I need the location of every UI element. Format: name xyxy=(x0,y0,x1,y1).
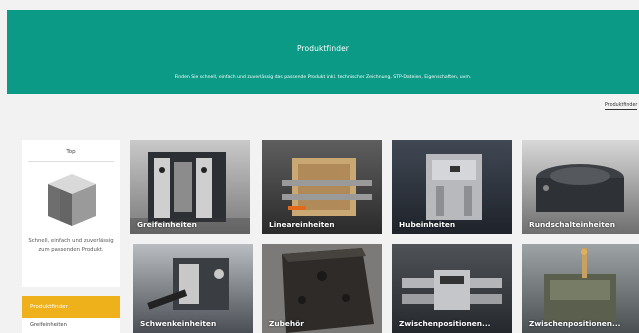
product-tile-lineareinheiten[interactable]: Lineareinheiten xyxy=(262,140,382,234)
top-card-text: Schnell, einfach und zuverlässig zum pas… xyxy=(28,238,114,253)
divider xyxy=(28,161,114,162)
tile-label: Zubehör xyxy=(269,319,304,328)
tile-label: Greifeinheiten xyxy=(137,220,197,229)
category-nav-item-greifeinheiten[interactable]: Greifeinheiten xyxy=(22,318,120,332)
product-tile-schwenkeinheiten[interactable]: Schwenkeinheiten xyxy=(133,244,253,333)
breadcrumb-produktfinder[interactable]: Produktfinder xyxy=(605,103,638,110)
product-tile-hubeinheiten[interactable]: Hubeinheiten xyxy=(392,140,512,234)
cube-image xyxy=(48,174,96,226)
page-subtitle: Finden Sie schnell, einfach und zuverläs… xyxy=(174,75,472,80)
category-nav: Produktfinder Greifeinheiten xyxy=(22,296,120,333)
tile-label: Zwischenpositionen... xyxy=(529,319,621,328)
tile-label: Schwenkeinheiten xyxy=(140,319,217,328)
top-card[interactable]: Top Schnell, einfach und zuverlässig zum… xyxy=(22,140,120,287)
tile-label: Hubeinheiten xyxy=(399,220,456,229)
tile-label: Zwischenpositionen... xyxy=(399,319,491,328)
page-title: Produktfinder xyxy=(297,44,349,53)
product-tile-greifeinheiten[interactable]: Greifeinheiten xyxy=(130,140,250,234)
product-tile-zwischenpositionen-2[interactable]: Zwischenpositionen... xyxy=(522,244,639,333)
product-tile-rundschalteinheiten[interactable]: Rundschalteinheiten xyxy=(522,140,639,234)
hero-banner: Produktfinder Finden Sie schnell, einfac… xyxy=(7,10,639,94)
tile-label: Lineareinheiten xyxy=(269,220,335,229)
product-tile-zubehoer[interactable]: Zubehör xyxy=(262,244,382,333)
top-card-title: Top xyxy=(66,149,76,155)
tile-label: Rundschalteinheiten xyxy=(529,220,616,229)
category-nav-header[interactable]: Produktfinder xyxy=(22,296,120,318)
product-tile-zwischenpositionen-1[interactable]: Zwischenpositionen... xyxy=(392,244,512,333)
